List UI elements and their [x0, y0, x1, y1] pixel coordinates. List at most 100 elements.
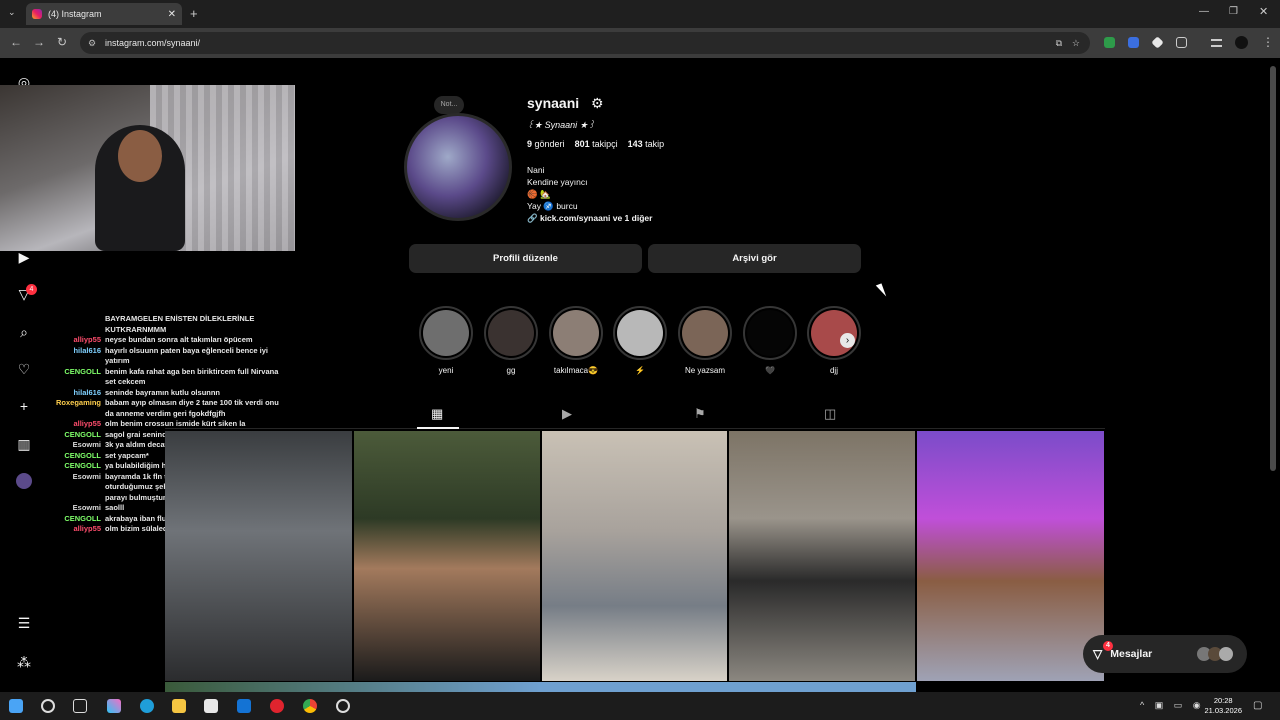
reload-icon[interactable]: ↻: [57, 35, 67, 49]
highlight-label: ⚡: [635, 366, 645, 375]
post-thumbnail[interactable]: [165, 431, 352, 681]
chat-message: alliyp55 neyse bundan sonra alt takımları…: [0, 335, 300, 346]
bio-line: Nani: [527, 165, 545, 175]
highlight-label: yeni: [438, 366, 454, 375]
tabs-divider: [165, 428, 1105, 429]
task-view-icon[interactable]: [73, 699, 87, 713]
obs-icon[interactable]: [336, 699, 350, 713]
address-bar[interactable]: ⚙ instagram.com/synaani/ ⧉ ☆: [80, 32, 1090, 54]
saved-tab-icon[interactable]: ⚑: [694, 406, 706, 422]
chat-message: Roxegaming babam ayıp olmasın diye 2 tane…: [0, 398, 300, 419]
story-highlight[interactable]: yeni: [419, 306, 473, 375]
install-app-icon[interactable]: ⧉: [1056, 32, 1062, 54]
windows-start-icon[interactable]: [9, 699, 23, 713]
reels-icon[interactable]: ▶: [16, 249, 32, 265]
post-thumbnail[interactable]: [542, 431, 727, 681]
bookmark-star-icon[interactable]: ☆: [1072, 32, 1080, 54]
chat-text: seninde bayramın kutlu olsunnn: [105, 387, 221, 397]
back-icon[interactable]: ←: [10, 35, 22, 49]
story-highlight[interactable]: ⚡: [613, 306, 667, 375]
story-highlight[interactable]: takılmaca😎: [549, 306, 603, 375]
post-thumbnail[interactable]: [354, 431, 540, 681]
posts-stat[interactable]: 9 gönderi: [527, 139, 565, 149]
url-text: instagram.com/synaani/: [105, 38, 201, 48]
copilot-icon[interactable]: [107, 699, 121, 713]
tab-title: (4) Instagram: [48, 9, 102, 19]
chat-message: BAYRAMGELEN ENİSTEN DİLEKLERİNLE KUTKRAR…: [0, 314, 300, 335]
new-tab-button[interactable]: +: [190, 6, 198, 21]
restore-button[interactable]: ❐: [1229, 6, 1238, 17]
chat-message: CENGOLL benim kafa rahat aga ben biriktir…: [0, 367, 300, 388]
mouse-cursor: [875, 283, 887, 299]
followers-stat[interactable]: 801 takipçi: [575, 139, 618, 149]
following-stat[interactable]: 143 takip: [628, 139, 665, 149]
chat-username: alliyp55: [73, 419, 101, 428]
system-tray-icons[interactable]: ^ ▣ ▭ ◉: [1140, 700, 1205, 711]
edge-icon[interactable]: [140, 699, 154, 713]
messages-badge: 4: [1103, 641, 1113, 651]
browser-menu-icon[interactable]: ⋮: [1262, 35, 1274, 49]
close-tab-icon[interactable]: ✕: [168, 9, 176, 20]
highlight-cover: [419, 306, 473, 360]
file-explorer-icon[interactable]: [172, 699, 186, 713]
search-taskbar-icon[interactable]: [41, 699, 55, 713]
post-thumbnail[interactable]: [917, 431, 1104, 681]
menu-hamburger-icon[interactable]: ☰: [16, 615, 32, 631]
page-scrollbar[interactable]: [1270, 66, 1276, 471]
also-from-meta-icon[interactable]: ⁂: [16, 654, 32, 670]
reels-tab-icon[interactable]: ▶: [562, 406, 572, 422]
store-icon[interactable]: [204, 699, 218, 713]
chat-text: benim kafa rahat aga ben biriktircem ful…: [105, 366, 279, 387]
chat-username: hilal616: [73, 387, 101, 397]
taskbar-clock[interactable]: 20:28 21.03.2026: [1204, 696, 1242, 716]
view-archive-button[interactable]: Arşivi gör: [648, 244, 861, 273]
reading-list-icon[interactable]: [1211, 39, 1222, 47]
edit-profile-button[interactable]: Profili düzenle: [409, 244, 642, 273]
profile-avatar[interactable]: [404, 113, 512, 221]
highlight-label: Ne yazsam: [684, 366, 725, 375]
highlight-cover: [743, 306, 797, 360]
posts-grid-tab-icon[interactable]: ▦: [431, 406, 443, 422]
story-highlight[interactable]: 🖤: [743, 306, 797, 375]
windows-taskbar: ^ ▣ ▭ ◉ 20:28 21.03.2026 ▢: [0, 692, 1280, 720]
bio-line: Kendine yayıncı: [527, 177, 588, 187]
shield-extension-icon[interactable]: [1104, 37, 1115, 48]
story-highlight[interactable]: Ne yazsam: [678, 306, 732, 375]
bio-line: Yay ♐ burcu: [527, 201, 578, 211]
highlight-cover: [613, 306, 667, 360]
tagged-tab-icon[interactable]: ◫: [824, 406, 836, 422]
chat-username: alliyp55: [73, 335, 101, 344]
highlight-cover: [678, 306, 732, 360]
minimize-button[interactable]: —: [1199, 6, 1209, 17]
tab-search-icon[interactable]: ⌄: [8, 7, 16, 18]
extensions-puzzle-icon[interactable]: [1176, 37, 1187, 48]
highlight-cover: [484, 306, 538, 360]
highlights-next-icon[interactable]: ›: [840, 333, 855, 348]
chat-message: hilal616 hayırlı olsuunn paten baya eğlen…: [0, 346, 300, 367]
active-tab-indicator: [417, 427, 459, 429]
opera-icon[interactable]: [270, 699, 284, 713]
settings-gear-icon[interactable]: ⚙: [591, 95, 604, 112]
forward-icon[interactable]: →: [33, 35, 45, 49]
profile-avatar-icon[interactable]: [1235, 36, 1248, 49]
post-thumbnail[interactable]: [729, 431, 915, 681]
story-highlight[interactable]: gg: [484, 306, 538, 375]
browser-tab-strip: ⌄ (4) Instagram ✕ + — ❐ ✕: [0, 0, 1280, 28]
chat-username: hilal616: [73, 345, 101, 355]
site-info-icon[interactable]: ⚙: [88, 32, 96, 54]
translate-extension-icon[interactable]: [1128, 37, 1139, 48]
note-bubble[interactable]: Not...: [434, 96, 464, 114]
profile-bio: Nani Kendine yayıncı 🏀 🏡 Yay ♐ burcu 🔗 k…: [527, 164, 652, 224]
profile-link[interactable]: 🔗 kick.com/synaani ve 1 diğer: [527, 212, 652, 224]
chat-username: [0, 314, 105, 335]
diamond-extension-icon[interactable]: [1151, 36, 1164, 49]
notifications-icon[interactable]: ▢: [1253, 700, 1262, 711]
close-window-button[interactable]: ✕: [1259, 5, 1268, 18]
browser-tab-instagram[interactable]: (4) Instagram ✕: [26, 3, 182, 25]
chat-text: BAYRAMGELEN ENİSTEN DİLEKLERİNLE KUTKRAR…: [105, 314, 255, 334]
chrome-icon[interactable]: [303, 699, 317, 713]
messages-icon: ▽: [1093, 647, 1103, 661]
chat-username: CENGOLL: [64, 513, 101, 523]
messages-button[interactable]: ▽ 4 Mesajlar: [1083, 635, 1247, 673]
outlook-icon[interactable]: [237, 699, 251, 713]
